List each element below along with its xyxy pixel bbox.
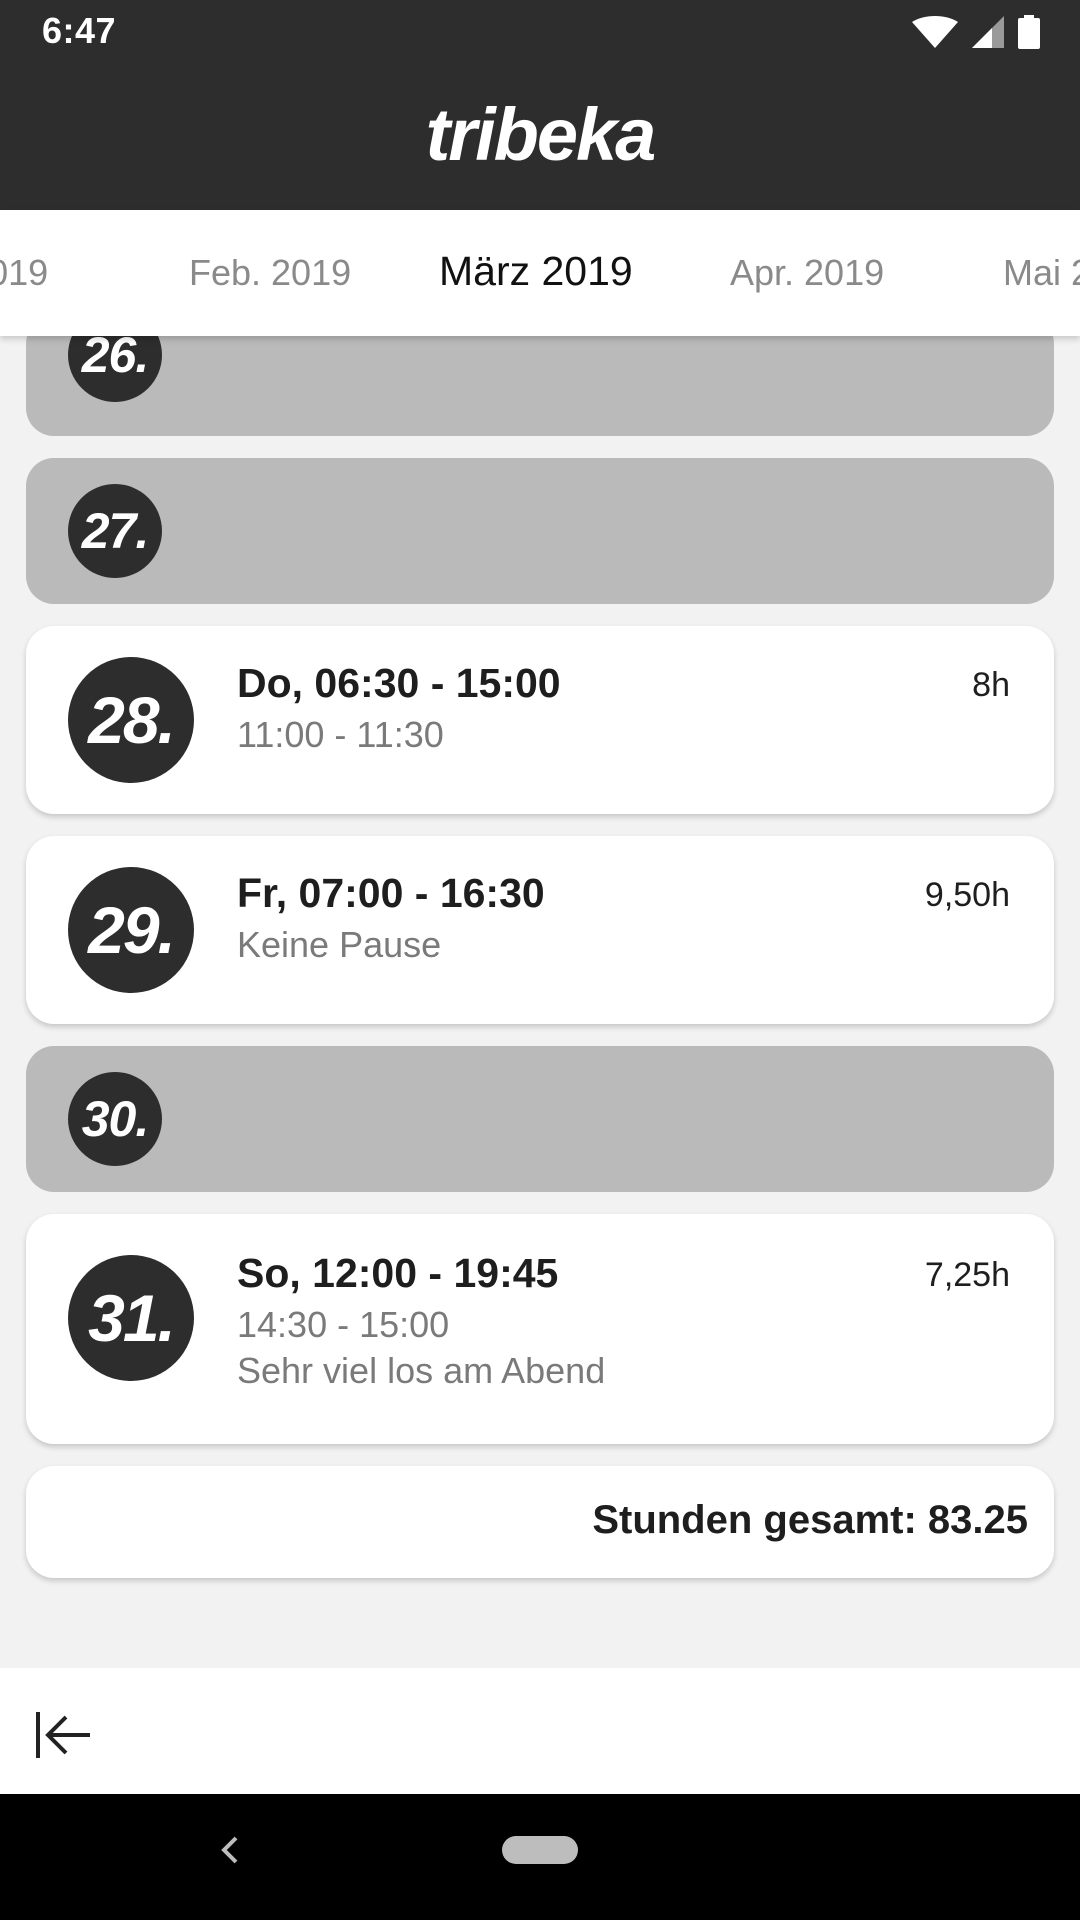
battery-icon — [1018, 15, 1040, 49]
day-card-27[interactable]: 27. — [26, 458, 1054, 604]
tab-month-may-2019[interactable]: Mai 2019 — [1003, 252, 1080, 294]
entry-hours: 7,25h — [924, 1256, 1010, 1294]
bottom-toolbar — [0, 1668, 1080, 1794]
status-icons — [912, 14, 1040, 50]
entry-break: 11:00 - 11:30 — [237, 714, 444, 755]
tab-month-mar-2019[interactable]: März 2019 — [439, 248, 633, 295]
tab-month-jan-2019[interactable]: Jan. 2019 — [0, 252, 48, 294]
day-badge: 31. — [68, 1255, 194, 1381]
total-hours: Stunden gesamt: 83.25 — [592, 1498, 1028, 1542]
day-card-29[interactable]: 29. Fr, 07:00 - 16:30 Keine Pause 9,50h — [26, 836, 1054, 1024]
day-badge: 29. — [68, 867, 194, 993]
day-badge: 28. — [68, 657, 194, 783]
entry-note: Sehr viel los am Abend — [237, 1350, 606, 1391]
entry-time-range: So, 12:00 - 19:45 — [237, 1250, 559, 1296]
total-hours-card: Stunden gesamt: 83.25 — [26, 1466, 1054, 1578]
day-card-28[interactable]: 28. Do, 06:30 - 15:00 11:00 - 11:30 8h — [26, 626, 1054, 814]
arrow-to-left-icon[interactable] — [34, 1706, 92, 1764]
tab-month-apr-2019[interactable]: Apr. 2019 — [730, 252, 884, 294]
day-badge: 30. — [68, 1072, 162, 1166]
status-time: 6:47 — [42, 10, 117, 51]
month-selector: Jan. 2019 Feb. 2019 März 2019 Apr. 2019 … — [0, 210, 1080, 336]
entry-time-range: Do, 06:30 - 15:00 — [237, 660, 561, 706]
home-pill-icon[interactable] — [502, 1836, 578, 1864]
app-bar: 6:47 tribeka — [0, 0, 1080, 210]
entry-break: 14:30 - 15:00 — [237, 1304, 450, 1345]
entry-hours: 9,50h — [924, 876, 1010, 914]
day-card-31[interactable]: 31. So, 12:00 - 19:45 14:30 - 15:00 Sehr… — [26, 1214, 1054, 1444]
wifi-icon — [912, 16, 958, 48]
day-badge: 27. — [68, 484, 162, 578]
entry-time-range: Fr, 07:00 - 16:30 — [237, 870, 545, 916]
chevron-left-icon[interactable] — [218, 1832, 242, 1868]
entry-hours: 8h — [972, 666, 1010, 704]
signal-icon — [972, 16, 1004, 48]
tab-month-feb-2019[interactable]: Feb. 2019 — [189, 252, 351, 294]
screen: 6:47 tribeka Jan. 2019 Feb. 2019 März 20… — [0, 0, 1080, 1920]
app-logo: tribeka — [425, 93, 657, 176]
entry-break: Keine Pause — [237, 924, 442, 965]
system-nav-bar — [0, 1794, 1080, 1920]
day-card-30[interactable]: 30. — [26, 1046, 1054, 1192]
